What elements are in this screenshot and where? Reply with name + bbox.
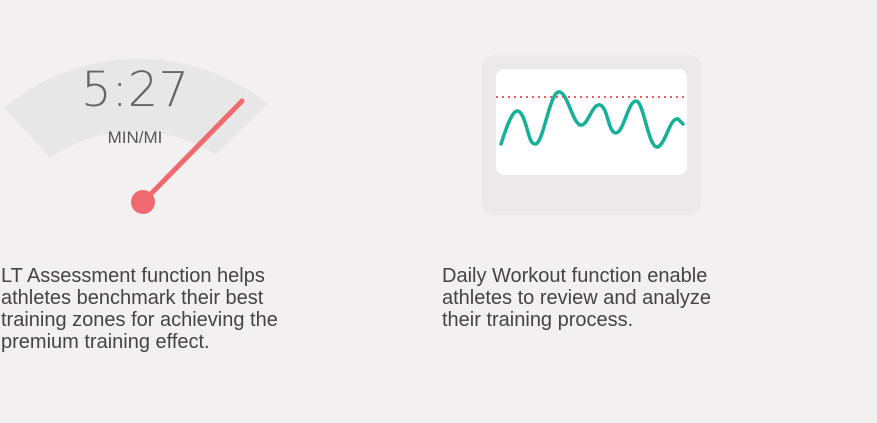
lt-assessment-description: LT Assessment function helps athletes be… (1, 265, 361, 353)
description-line: premium training effect. (1, 331, 210, 353)
description-line: athletes benchmark their best (1, 287, 264, 309)
description-line: LT Assessment function helps (1, 265, 265, 287)
pace-value: 5:27 (81, 62, 189, 118)
gauge-needle-hub (131, 190, 155, 214)
pace-unit: MIN/MI (107, 128, 163, 147)
description-line: Daily Workout function enable (442, 265, 708, 287)
daily-workout-description: Daily Workout function enable athletes t… (442, 265, 802, 331)
waveform-line (499, 90, 685, 149)
description-line: their training process. (442, 309, 634, 331)
waveform-graph (496, 90, 687, 149)
lt-assessment-feature: 5:27 MIN/MI LT Assessment function helps… (0, 0, 420, 423)
description-line: training zones for achieving the (1, 309, 278, 331)
monitor-screen (496, 69, 687, 175)
waveform-monitor-icon (482, 55, 701, 215)
description-line: athletes to review and analyze (442, 287, 712, 309)
